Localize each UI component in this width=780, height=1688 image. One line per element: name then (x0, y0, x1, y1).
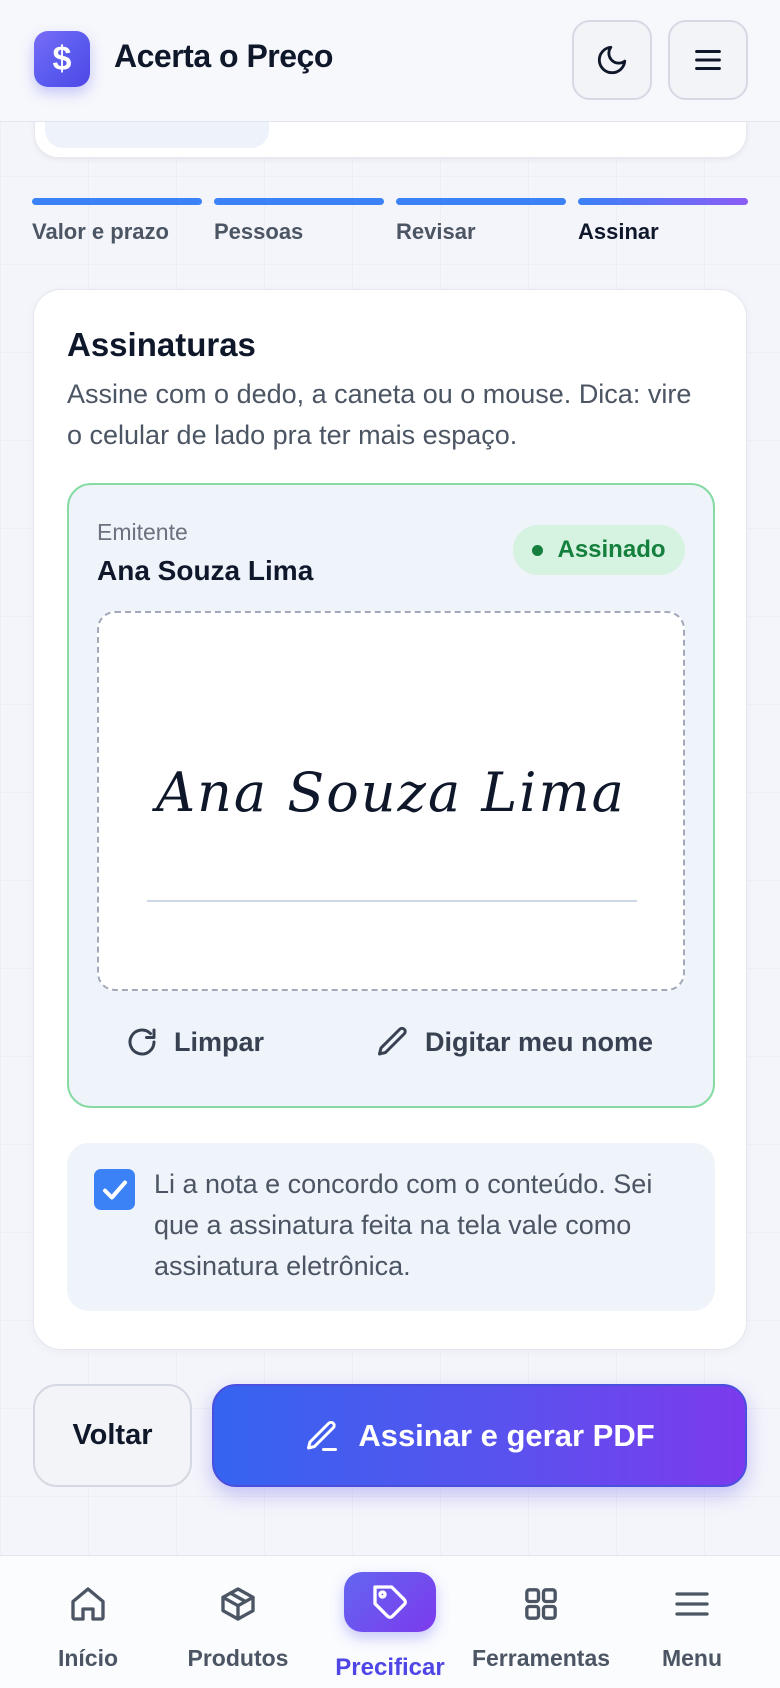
grid-icon (519, 1582, 563, 1626)
theme-toggle-button[interactable] (572, 20, 652, 100)
nav-label: Ferramentas (471, 1645, 611, 1671)
type-name-button[interactable]: Digitar meu nome (375, 1017, 653, 1067)
signature-baseline (147, 900, 637, 902)
moon-icon (597, 45, 627, 75)
consent-checkbox[interactable] (94, 1169, 135, 1210)
nav-label: Menu (661, 1645, 723, 1671)
bottom-nav: Início Produtos Precificar Ferramentas M… (0, 1555, 780, 1688)
nav-label: Início (57, 1645, 119, 1671)
status-dot-icon (532, 544, 544, 556)
sign-and-generate-pdf-button[interactable]: Assinar e gerar PDF (212, 1384, 747, 1487)
box-icon (216, 1582, 260, 1626)
status-badge: Assinado (513, 525, 685, 575)
nav-item-precificar[interactable]: Precificar (312, 1556, 468, 1688)
pencil-icon (378, 1026, 407, 1056)
section-description: Assine com o dedo, a caneta ou o mouse. … (67, 379, 692, 450)
step-revisar[interactable]: Revisar (396, 198, 566, 245)
consent-text: Li a nota e concordo com o conteúdo. Sei… (154, 1169, 653, 1281)
dollar-icon: $ (52, 39, 72, 78)
signature-drawing: Ana Souza Lima (156, 761, 626, 824)
home-icon (66, 1582, 110, 1626)
signer-name: Ana Souza Lima (97, 555, 314, 586)
step-bar (396, 198, 566, 205)
checkmark-icon (102, 1180, 127, 1199)
consent-box: Li a nota e concordo com o conteúdo. Sei… (67, 1143, 715, 1311)
back-button[interactable]: Voltar (33, 1384, 192, 1487)
nav-label: Produtos (187, 1645, 289, 1671)
pencil-icon (307, 1420, 338, 1451)
signer-role: Emitente (97, 519, 188, 545)
signer-panel: Emitente Ana Souza Lima Assinado Ana Sou… (67, 483, 715, 1108)
nav-label: Precificar (335, 1654, 445, 1681)
tag-icon (344, 1572, 436, 1632)
header-menu-button[interactable] (668, 20, 748, 100)
status-label: Assinado (557, 536, 666, 563)
app-title: Acerta o Preço (114, 38, 333, 74)
step-valor-e-prazo[interactable]: Valor e prazo (32, 198, 202, 245)
signature-pad[interactable]: Ana Souza Lima (97, 611, 685, 991)
step-bar (32, 198, 202, 205)
refresh-icon (128, 1028, 156, 1056)
nav-item-menu[interactable]: Menu (614, 1556, 770, 1688)
nav-item-inicio[interactable]: Início (10, 1556, 166, 1688)
step-label: Assinar (578, 219, 659, 244)
step-label: Revisar (396, 219, 476, 244)
app-header: $ Acerta o Preço (0, 0, 780, 122)
step-label: Pessoas (214, 219, 304, 244)
app-logo: $ (34, 31, 90, 87)
signatures-card: Assinaturas Assine com o dedo, a caneta … (33, 289, 747, 1350)
step-bar (578, 198, 748, 205)
hamburger-icon (695, 49, 721, 71)
back-button-label: Voltar (72, 1419, 153, 1451)
step-pessoas[interactable]: Pessoas (214, 198, 384, 245)
section-title: Assinaturas (67, 326, 256, 363)
step-bar (214, 198, 384, 205)
progress-stepper: Valor e prazo Pessoas Revisar Assinar (32, 198, 748, 258)
step-label: Valor e prazo (32, 219, 169, 244)
step-assinar[interactable]: Assinar (578, 198, 748, 245)
sign-and-generate-pdf-label: Assinar e gerar PDF (358, 1417, 655, 1453)
nav-item-produtos[interactable]: Produtos (160, 1556, 316, 1688)
nav-item-ferramentas[interactable]: Ferramentas (463, 1556, 619, 1688)
type-name-label: Digitar meu nome (425, 1026, 654, 1057)
clear-signature-label: Limpar (174, 1026, 265, 1057)
clear-signature-button[interactable]: Limpar (124, 1017, 264, 1067)
menu-icon (670, 1582, 714, 1626)
